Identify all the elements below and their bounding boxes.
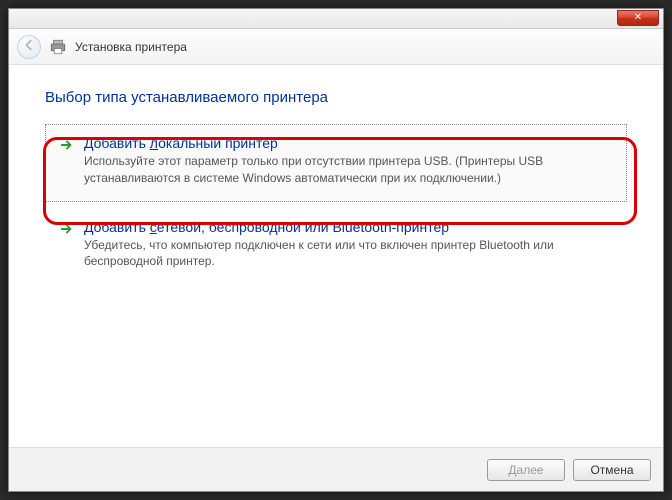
printer-icon	[49, 38, 67, 56]
arrow-left-icon	[22, 38, 36, 55]
option-title-accel: с	[150, 219, 157, 235]
next-button-accel: Д	[508, 463, 516, 477]
option-title: Добавить локальный принтер	[84, 135, 612, 151]
close-icon: ✕	[634, 12, 642, 23]
option-title-post: етевой, беспроводной или Bluetooth-принт…	[157, 219, 449, 235]
option-add-local-printer[interactable]: Добавить локальный принтер Используйте э…	[45, 124, 627, 202]
cancel-button-label: Отмена	[590, 463, 633, 477]
footer: Далее Отмена	[9, 447, 663, 491]
option-title: Добавить сетевой, беспроводной или Bluet…	[84, 219, 612, 235]
option-description: Убедитесь, что компьютер подключен к сет…	[84, 237, 612, 271]
option-add-network-printer[interactable]: Добавить сетевой, беспроводной или Bluet…	[45, 208, 627, 286]
next-button: Далее	[487, 459, 565, 481]
option-description: Используйте этот параметр только при отс…	[84, 153, 612, 187]
wizard-window: ✕ Установка принтера Выбор типа устанавл…	[8, 8, 664, 492]
option-title-accel: л	[150, 135, 158, 151]
page-title: Выбор типа устанавливаемого принтера	[45, 89, 627, 106]
back-button[interactable]	[17, 35, 41, 59]
option-title-pre: Добавить	[84, 135, 150, 151]
header-title: Установка принтера	[75, 40, 187, 54]
titlebar: ✕	[9, 9, 663, 29]
arrow-right-icon	[60, 138, 74, 152]
content: Выбор типа устанавливаемого принтера Доб…	[9, 65, 663, 285]
option-title-pre: Добавить	[84, 219, 150, 235]
next-button-label: алее	[517, 463, 544, 477]
cancel-button[interactable]: Отмена	[573, 459, 651, 481]
arrow-right-icon	[60, 222, 74, 236]
option-title-post: окальный принтер	[158, 135, 278, 151]
header: Установка принтера	[9, 29, 663, 65]
close-button[interactable]: ✕	[617, 10, 659, 26]
